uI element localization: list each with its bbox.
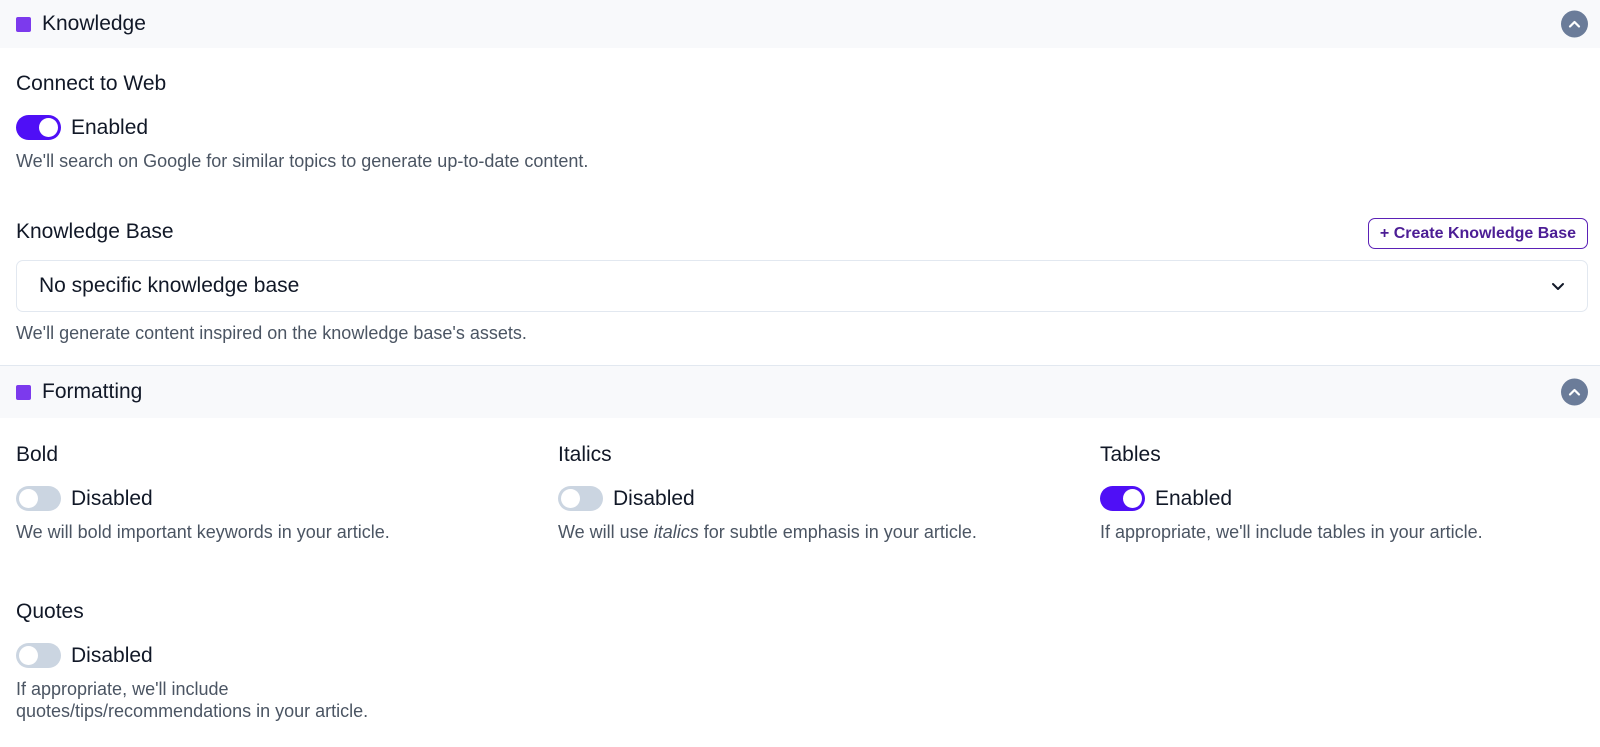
bold-description: We will bold important keywords in your … [16,522,390,542]
italics-setting: Italics Disabled We will use italics for… [558,443,977,543]
chevron-up-icon [1568,20,1581,28]
formatting-section-header[interactable]: Formatting [0,365,1600,418]
knowledge-base-label-wrap: Knowledge Base [16,220,174,244]
knowledge-section-title: Knowledge [42,12,146,35]
knowledge-base-select[interactable]: No specific knowledge base [16,260,1588,312]
formatting-section-title: Formatting [42,380,143,403]
knowledge-base-selected-value: No specific knowledge base [39,274,300,297]
quotes-description-line1: If appropriate, we'll include [16,679,229,699]
quotes-description: If appropriate, we'll include quotes/tip… [16,678,368,722]
connect-to-web-label: Connect to Web [16,72,167,95]
chevron-up-icon [1568,388,1581,396]
connect-to-web-description: We'll search on Google for similar topic… [16,151,589,171]
quotes-toggle[interactable] [16,643,61,668]
bold-setting: Bold Disabled We will bold important key… [16,443,390,543]
toggle-knob [1123,489,1142,508]
quotes-label: Quotes [16,600,84,623]
italics-state: Disabled [613,486,695,510]
section-marker-icon [16,16,31,32]
tables-setting: Tables Enabled If appropriate, we'll inc… [1100,443,1483,543]
bold-state: Disabled [71,486,153,510]
quotes-description-line2: quotes/tips/recommendations in your arti… [16,701,369,721]
tables-label: Tables [1100,443,1161,466]
quotes-state: Disabled [71,643,153,667]
toggle-knob [561,489,580,508]
italics-label: Italics [558,443,612,466]
knowledge-base-description: We'll generate content inspired on the k… [16,323,527,343]
italics-description-pre: We will use [558,522,654,542]
knowledge-base-label: Knowledge Base [16,220,174,243]
formatting-collapse-button[interactable] [1561,378,1588,406]
knowledge-collapse-button[interactable] [1561,10,1588,38]
italics-toggle[interactable] [558,486,603,511]
tables-description: If appropriate, we'll include tables in … [1100,522,1483,542]
quotes-setting: Quotes Disabled If appropriate, we'll in… [16,600,368,722]
chevron-down-icon [1552,282,1564,290]
bold-label: Bold [16,443,59,466]
connect-to-web-state: Enabled [71,115,149,139]
tables-state: Enabled [1155,486,1233,510]
toggle-knob [19,489,38,508]
italics-description-post: for subtle emphasis in your article. [698,522,977,542]
tables-toggle[interactable] [1100,486,1145,511]
bold-toggle[interactable] [16,486,61,511]
italics-description: We will use italics for subtle emphasis … [558,521,977,543]
toggle-knob [39,118,58,137]
toggle-knob [19,646,38,665]
create-knowledge-base-button[interactable]: + Create Knowledge Base [1367,218,1588,249]
connect-to-web-setting: Connect to Web Enabled We'll search on G… [16,72,588,172]
section-marker-icon [16,384,31,400]
knowledge-section-header[interactable]: Knowledge [0,0,1600,48]
italics-description-emphasis: italics [653,522,699,542]
connect-to-web-toggle[interactable] [16,115,61,140]
